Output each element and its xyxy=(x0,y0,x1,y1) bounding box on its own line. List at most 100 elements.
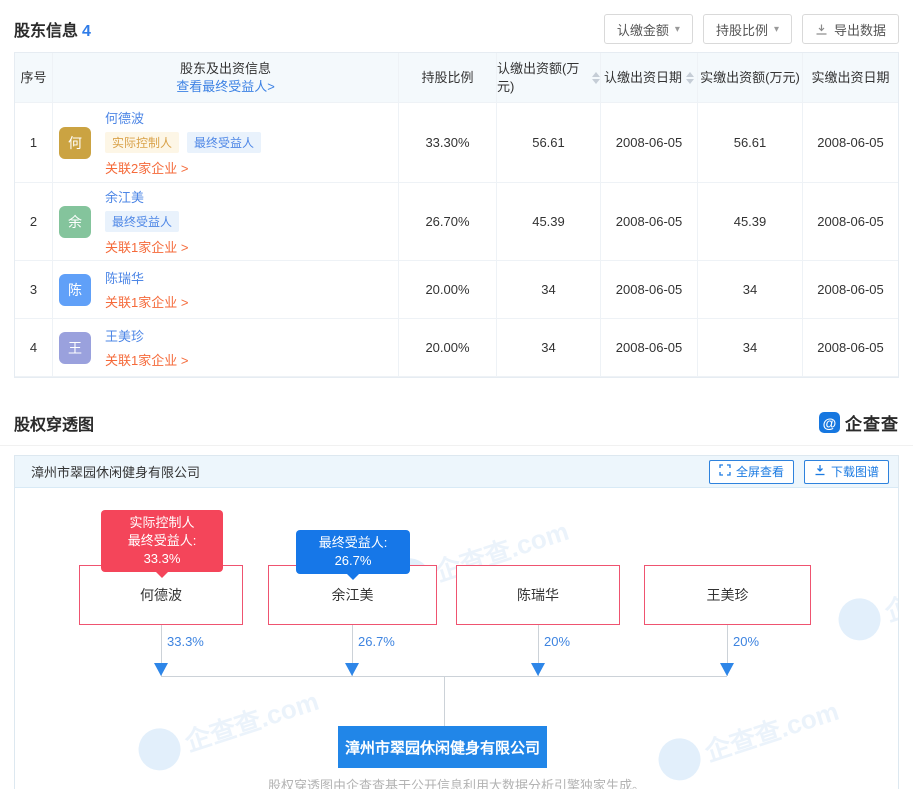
subscribed-date-value: 2008-06-05 xyxy=(601,319,698,377)
download-chart-button[interactable]: 下载图谱 xyxy=(804,460,889,484)
equity-title: 股权穿透图 xyxy=(14,411,94,435)
equity-section-header: 股权穿透图 @ 企查查 xyxy=(0,410,913,446)
related-companies-link[interactable]: 关联1家企业 > xyxy=(105,350,188,369)
subscribed-date-value: 2008-06-05 xyxy=(601,103,698,183)
related-companies-link[interactable]: 关联1家企业 > xyxy=(105,237,188,256)
actual-controller-badge-line2: 最终受益人: 33.3% xyxy=(111,532,213,568)
row-index: 4 xyxy=(15,319,53,377)
avatar: 余 xyxy=(59,206,91,238)
subscribed-amount-value: 34 xyxy=(497,261,601,319)
paid-amount-value: 34 xyxy=(698,319,803,377)
ownership-percent: 20% xyxy=(733,634,759,649)
subscribed-date-value: 2008-06-05 xyxy=(601,183,698,261)
equity-chart-panel: 漳州市翠园休闲健身有限公司 全屏查看 下载图谱 企查查.com 企查查.com … xyxy=(14,455,899,789)
shareholder-name-link[interactable]: 王美珍 xyxy=(105,326,144,345)
ultimate-beneficiary-tag: 最终受益人 xyxy=(105,211,179,232)
chart-company-name: 漳州市翠园休闲健身有限公司 xyxy=(31,462,200,481)
view-beneficiary-link[interactable]: 查看最终受益人> xyxy=(176,78,275,96)
shareholder-toolbar: 认缴金额 ▾ 持股比例▾ 导出数据 xyxy=(604,14,899,44)
paid-amount-value: 56.61 xyxy=(698,103,803,183)
section-title: 股东信息4 xyxy=(14,17,91,41)
table-row: 2 余 余江美 最终受益人 关联1家企业 > 26.70% 45.39 2008… xyxy=(15,183,898,261)
export-data-label: 导出数据 xyxy=(834,20,886,39)
avatar: 王 xyxy=(59,332,91,364)
arrow-down-icon xyxy=(154,663,168,676)
col-subscribed-date-label: 认缴出资日期 xyxy=(604,69,682,87)
fullscreen-label: 全屏查看 xyxy=(736,463,784,480)
col-subscribed-amount-label: 认缴出资额(万元) xyxy=(497,60,588,96)
col-shareholder: 股东及出资信息 查看最终受益人> xyxy=(53,53,399,103)
paid-date-value: 2008-06-05 xyxy=(803,319,898,377)
ownership-percent: 20% xyxy=(544,634,570,649)
export-data-button[interactable]: 导出数据 xyxy=(802,14,899,44)
shareholder-cell: 何 何德波 实际控制人 最终受益人 关联2家企业 > xyxy=(53,103,399,183)
table-row: 4 王 王美珍 关联1家企业 > 20.00% 34 2008-06-05 34… xyxy=(15,319,898,377)
row-index: 1 xyxy=(15,103,53,183)
paid-amount-value: 45.39 xyxy=(698,183,803,261)
arrow-down-icon xyxy=(345,663,359,676)
shareholder-title: 股东信息 xyxy=(14,23,78,40)
equity-chart-toolbar: 漳州市翠园休闲健身有限公司 全屏查看 下载图谱 xyxy=(15,456,898,488)
shareholder-name-link[interactable]: 陈瑞华 xyxy=(105,268,144,287)
beneficiary-badge: 最终受益人: 26.7% xyxy=(296,530,410,574)
ratio-value: 33.30% xyxy=(399,103,497,183)
sort-icon[interactable] xyxy=(592,72,600,84)
ratio-value: 20.00% xyxy=(399,319,497,377)
subscribed-amount-dropdown[interactable]: 认缴金额 ▾ xyxy=(604,14,693,44)
shareholder-section-header: 股东信息4 认缴金额 ▾ 持股比例▾ 导出数据 xyxy=(0,0,913,52)
equity-penetration-chart: 企查查.com 企查查.com 企查查.com 企查查.com 实际控制人 最终… xyxy=(15,488,898,789)
col-subscribed-amount: 认缴出资额(万元) xyxy=(497,53,601,103)
subscribed-amount-dropdown-label: 认缴金额 xyxy=(617,20,669,39)
ratio-value: 20.00% xyxy=(399,261,497,319)
subscribed-date-value: 2008-06-05 xyxy=(601,261,698,319)
chart-node-shareholder[interactable]: 王美珍 xyxy=(644,565,811,625)
ratio-dropdown[interactable]: 持股比例▾ xyxy=(703,14,792,44)
row-index: 3 xyxy=(15,261,53,319)
actual-controller-badge-line1: 实际控制人 xyxy=(111,514,213,532)
shareholder-cell: 余 余江美 最终受益人 关联1家企业 > xyxy=(53,183,399,261)
connector-line xyxy=(444,676,445,726)
col-paid-amount: 实缴出资额(万元) xyxy=(698,53,803,103)
paid-amount-value: 34 xyxy=(698,261,803,319)
avatar: 何 xyxy=(59,127,91,159)
subscribed-amount-value: 45.39 xyxy=(497,183,601,261)
chart-footer-note: 股权穿透图由企查查基于公开信息利用大数据分析引擎独家生成。 xyxy=(15,775,898,789)
qichacha-logo: @ 企查查 xyxy=(819,410,899,435)
ratio-value: 26.70% xyxy=(399,183,497,261)
table-row: 1 何 何德波 实际控制人 最终受益人 关联2家企业 > 33.30% 56.6… xyxy=(15,103,898,183)
arrow-down-icon xyxy=(720,663,734,676)
chart-node-shareholder[interactable]: 陈瑞华 xyxy=(456,565,620,625)
table-header-row: 序号 股东及出资信息 查看最终受益人> 持股比例 认缴出资额(万元) 认缴出资日… xyxy=(15,53,898,103)
shareholder-cell: 王 王美珍 关联1家企业 > xyxy=(53,319,399,377)
download-icon xyxy=(814,464,826,479)
qichacha-logo-text: 企查查 xyxy=(845,410,899,435)
shareholder-name-link[interactable]: 余江美 xyxy=(105,187,144,206)
col-shareholder-label: 股东及出资信息 xyxy=(180,60,271,78)
col-subscribed-date: 认缴出资日期 xyxy=(601,53,698,103)
paid-date-value: 2008-06-05 xyxy=(803,183,898,261)
chevron-down-icon: ▾ xyxy=(675,24,680,35)
ownership-percent: 26.7% xyxy=(358,634,395,649)
watermark: 企查查.com xyxy=(833,548,898,646)
shareholder-cell: 陈 陈瑞华 关联1家企业 > xyxy=(53,261,399,319)
paid-date-value: 2008-06-05 xyxy=(803,261,898,319)
watermark: 企查查.com xyxy=(133,678,324,776)
download-chart-label: 下载图谱 xyxy=(831,463,879,480)
chart-node-company[interactable]: 漳州市翠园休闲健身有限公司 xyxy=(338,726,547,768)
download-icon xyxy=(815,23,828,36)
shareholder-name-link[interactable]: 何德波 xyxy=(105,108,144,127)
subscribed-amount-value: 56.61 xyxy=(497,103,601,183)
subscribed-amount-value: 34 xyxy=(497,319,601,377)
qichacha-logo-icon: @ xyxy=(819,412,840,433)
col-index: 序号 xyxy=(15,53,53,103)
related-companies-link[interactable]: 关联2家企业 > xyxy=(105,158,188,177)
chevron-down-icon: ▾ xyxy=(774,24,779,35)
related-companies-link[interactable]: 关联1家企业 > xyxy=(105,292,188,311)
fullscreen-icon xyxy=(719,464,731,479)
watermark: 企查查.com xyxy=(653,688,844,786)
col-paid-date: 实缴出资日期 xyxy=(803,53,898,103)
arrow-down-icon xyxy=(531,663,545,676)
fullscreen-button[interactable]: 全屏查看 xyxy=(709,460,794,484)
ownership-percent: 33.3% xyxy=(167,634,204,649)
sort-icon[interactable] xyxy=(686,72,694,84)
